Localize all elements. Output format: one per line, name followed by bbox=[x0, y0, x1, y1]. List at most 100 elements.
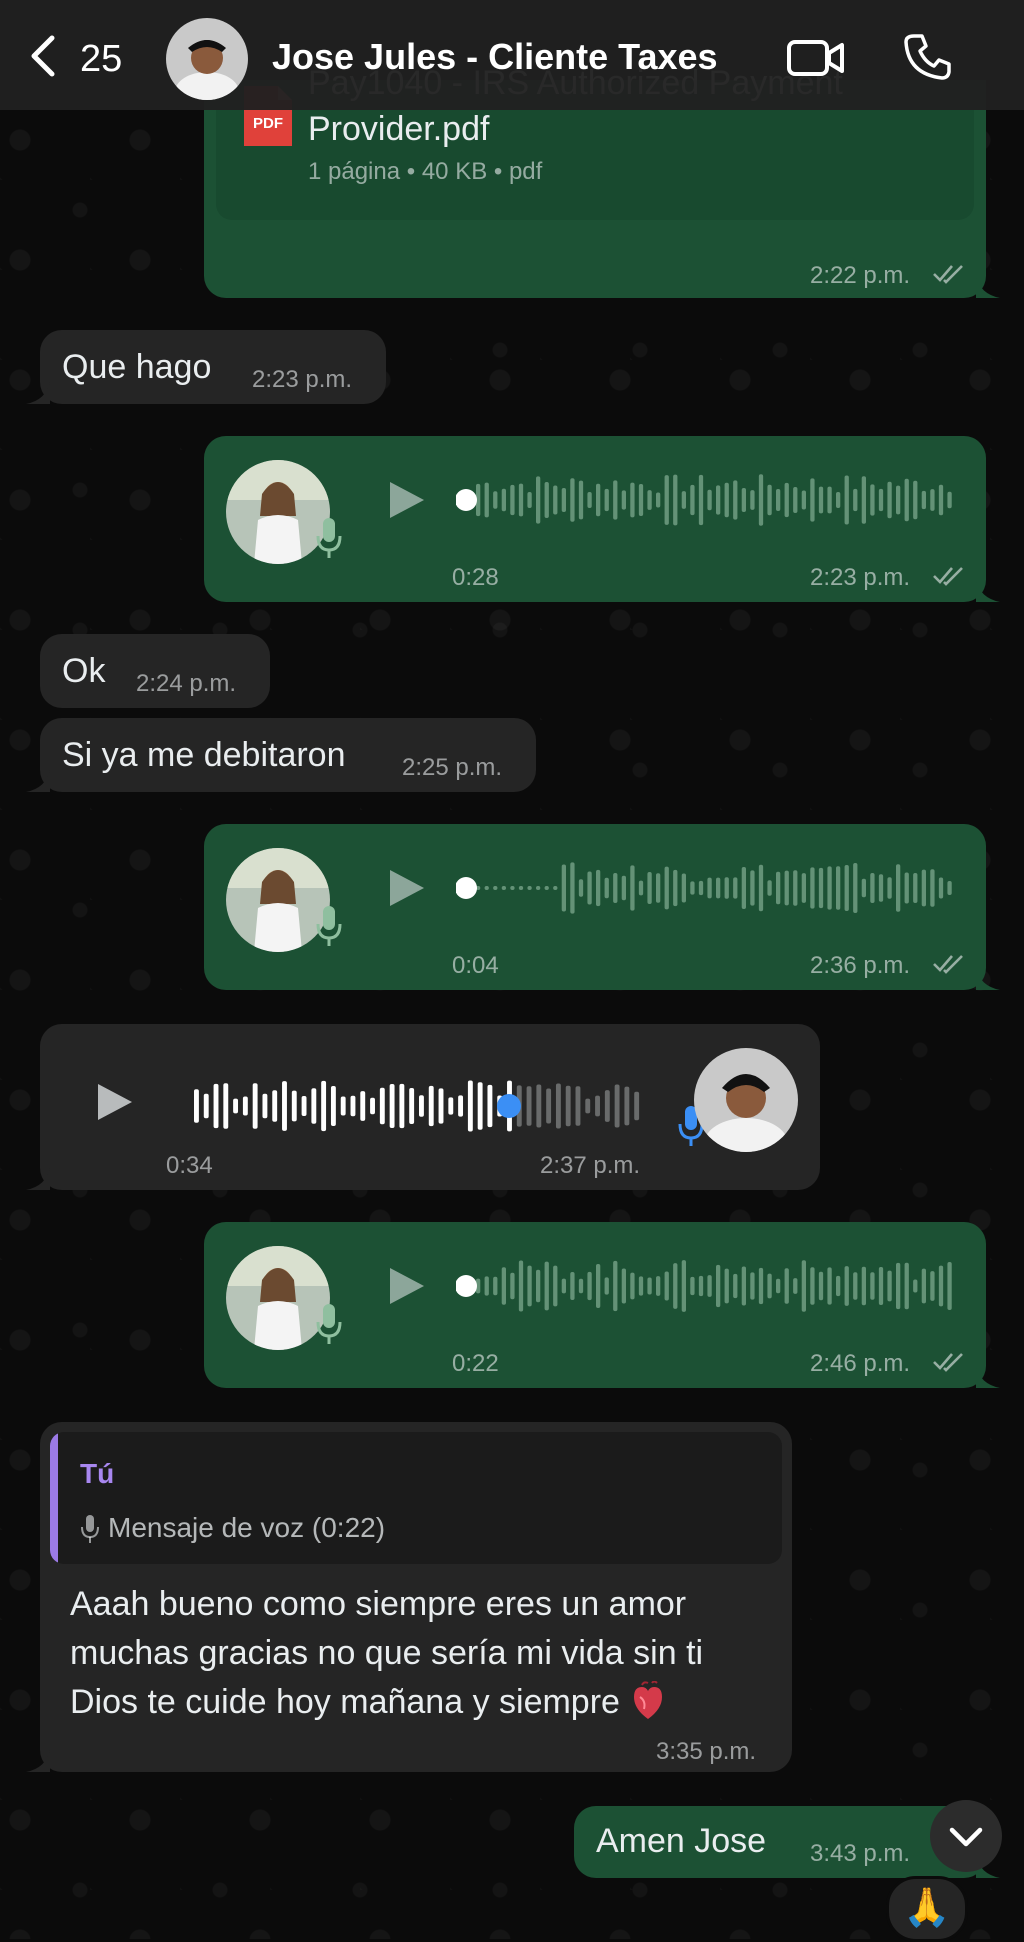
play-icon[interactable] bbox=[92, 1080, 136, 1124]
waveform-bar bbox=[861, 476, 866, 524]
playback-position-dot[interactable] bbox=[497, 1094, 521, 1118]
waveform-bar bbox=[561, 487, 566, 513]
incoming-voice-message[interactable]: 0:34 2:37 p.m. bbox=[26, 1024, 820, 1190]
waveform-bar bbox=[614, 1084, 620, 1128]
waveform-bar bbox=[947, 491, 952, 509]
play-icon[interactable] bbox=[384, 1264, 428, 1308]
waveform-bar bbox=[389, 1083, 395, 1129]
waveform-bar bbox=[570, 862, 575, 914]
incoming-reply-message[interactable]: Tú Mensaje de voz (0:22) Aaah bueno como… bbox=[26, 1422, 792, 1772]
incoming-text-message[interactable]: Ok 2:24 p.m. bbox=[40, 634, 270, 708]
waveform-bar bbox=[527, 886, 532, 890]
waveform-bar bbox=[501, 488, 506, 512]
contact-name[interactable]: Jose Jules - Cliente Taxes bbox=[272, 36, 718, 78]
waveform-bar bbox=[690, 881, 695, 895]
waveform-bar bbox=[921, 490, 926, 510]
waveform-bar bbox=[370, 1097, 375, 1115]
outgoing-voice-message[interactable]: 0:28 2:23 p.m. bbox=[204, 436, 1000, 602]
bubble-tail bbox=[976, 968, 1000, 990]
waveform-bar bbox=[330, 1085, 336, 1127]
waveform-bar bbox=[438, 1088, 444, 1124]
document-message[interactable]: PDF Pay1040 - IRS Authorized Payment Pro… bbox=[204, 64, 1000, 298]
waveform-bar bbox=[827, 486, 832, 514]
waveform-bar bbox=[758, 474, 764, 526]
back-chevron-icon[interactable] bbox=[24, 34, 64, 78]
playback-position-dot[interactable] bbox=[456, 1275, 477, 1297]
waveform-bar bbox=[767, 880, 772, 896]
waveform-bar bbox=[510, 1272, 515, 1300]
waveform-bar bbox=[194, 1089, 199, 1123]
waveform-bar bbox=[544, 886, 549, 890]
waveform-bar bbox=[630, 865, 635, 911]
waveform-bar bbox=[233, 1098, 239, 1114]
waveform-bar bbox=[801, 873, 806, 903]
unread-count[interactable]: 25 bbox=[80, 38, 122, 81]
play-icon[interactable] bbox=[384, 478, 428, 522]
message-line: muchas gracias no que sería mi vida sin … bbox=[70, 1634, 704, 1672]
message-time: 2:37 p.m. bbox=[540, 1152, 641, 1179]
waveform-bar bbox=[501, 886, 506, 890]
waveform-bar bbox=[741, 488, 746, 512]
waveform-bar bbox=[585, 1098, 591, 1114]
waveform-bar bbox=[870, 872, 875, 904]
outgoing-voice-message[interactable]: 0:04 2:36 p.m. bbox=[204, 824, 1000, 990]
message-line: Aaah bueno como siempre eres un amor bbox=[70, 1585, 687, 1623]
waveform-bar bbox=[938, 1265, 944, 1307]
voice-waveform[interactable] bbox=[174, 1076, 644, 1136]
waveform-bar bbox=[827, 866, 832, 910]
waveform-bar bbox=[565, 1085, 571, 1127]
waveform-bar bbox=[861, 878, 866, 898]
mic-icon bbox=[316, 1304, 342, 1344]
waveform-bar bbox=[501, 1267, 506, 1305]
message-time: 2:36 p.m. bbox=[810, 952, 911, 979]
waveform-bar bbox=[887, 1270, 892, 1302]
waveform-bar bbox=[733, 480, 738, 520]
playback-position-dot[interactable] bbox=[456, 877, 477, 899]
waveform-bar bbox=[647, 1277, 652, 1295]
read-ticks-icon bbox=[933, 567, 963, 586]
waveform-bar bbox=[282, 1081, 287, 1131]
waveform-bar bbox=[487, 1084, 493, 1128]
waveform-bar bbox=[578, 1278, 584, 1294]
waveform-bar bbox=[321, 1080, 327, 1132]
phone-icon[interactable] bbox=[902, 32, 952, 82]
waveform-bar bbox=[913, 1279, 918, 1293]
quoted-message[interactable]: Tú Mensaje de voz (0:22) bbox=[50, 1432, 782, 1564]
incoming-text-message[interactable]: Si ya me debitaron 2:25 p.m. bbox=[26, 718, 536, 792]
contact-avatar[interactable] bbox=[166, 18, 248, 100]
waveform-bar bbox=[223, 1083, 229, 1129]
waveform-bar bbox=[656, 1276, 661, 1296]
waveform-bar bbox=[758, 864, 764, 912]
bubble-tail bbox=[26, 382, 50, 404]
message-reaction[interactable]: 🙏 bbox=[886, 1876, 968, 1942]
waveform-bar bbox=[587, 492, 592, 508]
video-call-icon[interactable] bbox=[786, 38, 846, 78]
waveform-bar bbox=[707, 489, 712, 511]
outgoing-text-message[interactable]: Amen Jose 3:43 p.m. bbox=[574, 1806, 1000, 1878]
waveform-bar bbox=[621, 875, 626, 901]
waveform-bar bbox=[428, 1085, 434, 1127]
scroll-down-button[interactable] bbox=[930, 1800, 1002, 1872]
waveform-bar bbox=[399, 1083, 405, 1129]
message-text: Ok bbox=[62, 652, 106, 690]
message-time: 2:46 p.m. bbox=[810, 1350, 911, 1377]
voice-waveform[interactable] bbox=[456, 470, 956, 530]
bubble-tail bbox=[26, 770, 50, 792]
waveform-bar bbox=[561, 864, 566, 912]
voice-waveform[interactable] bbox=[456, 1256, 956, 1316]
waveform-bar bbox=[776, 1278, 781, 1294]
waveform-bar bbox=[930, 489, 935, 511]
waveform-bar bbox=[578, 879, 584, 897]
waveform-bar bbox=[716, 1264, 721, 1308]
waveform-bar bbox=[904, 872, 909, 904]
waveform-bar bbox=[526, 1086, 532, 1126]
waveform-bar bbox=[724, 482, 729, 518]
outgoing-voice-message[interactable]: 0:22 2:46 p.m. bbox=[204, 1222, 1000, 1388]
incoming-text-message[interactable]: Que hago 2:23 p.m. bbox=[26, 330, 386, 404]
voice-waveform[interactable] bbox=[456, 858, 956, 918]
waveform-bar bbox=[419, 1095, 424, 1117]
waveform-bar bbox=[604, 488, 609, 512]
waveform-bar bbox=[252, 1083, 258, 1129]
play-icon[interactable] bbox=[384, 866, 428, 910]
playback-position-dot[interactable] bbox=[456, 489, 477, 511]
